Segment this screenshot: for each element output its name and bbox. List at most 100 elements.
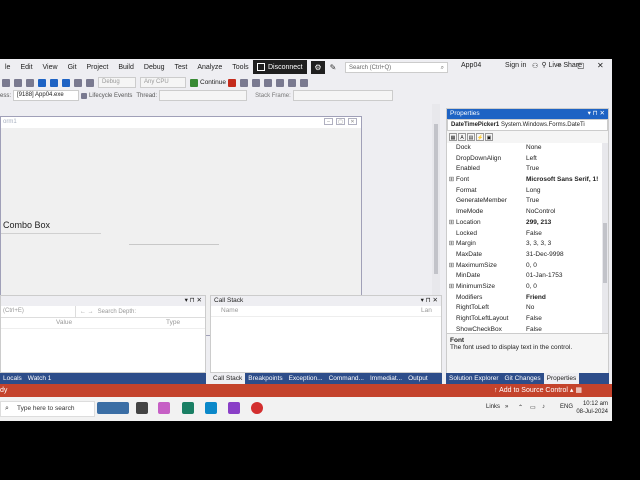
recorder-icon[interactable]: [251, 402, 263, 414]
property-row[interactable]: Modifiers Friend: [447, 293, 608, 304]
property-grid-scrollbar[interactable]: [602, 143, 608, 333]
search-depth-icon[interactable]: ← →: [76, 309, 94, 315]
menu-item[interactable]: Edit: [15, 64, 37, 71]
search-highlight-image[interactable]: [97, 402, 129, 414]
tab-item[interactable]: Locals: [0, 373, 25, 384]
step-out-icon[interactable]: [276, 78, 285, 87]
name-column-header[interactable]: Name: [221, 306, 421, 316]
visual-studio-icon[interactable]: [228, 402, 240, 414]
network-icon[interactable]: ▭: [530, 404, 536, 411]
property-value[interactable]: Left: [526, 154, 608, 165]
menu-item[interactable]: Build: [113, 64, 139, 71]
menu-item[interactable]: Git: [63, 64, 82, 71]
process-combo[interactable]: [9188] App04.exe: [13, 90, 80, 101]
properties-icon[interactable]: ▤: [467, 133, 475, 141]
tab-item[interactable]: Solution Explorer: [446, 373, 502, 384]
thread-combo[interactable]: [159, 90, 248, 101]
designer-scroll-thumb[interactable]: [434, 124, 438, 274]
type-column-header[interactable]: Type: [166, 318, 180, 328]
tab-item[interactable]: Git Changes: [502, 373, 544, 384]
step-into-icon[interactable]: [252, 78, 261, 87]
menu-item[interactable]: View: [38, 64, 63, 71]
config-combo[interactable]: Debug: [98, 77, 136, 88]
expand-icon[interactable]: ⊞: [447, 175, 456, 186]
property-row[interactable]: ShowCheckBox False: [447, 325, 608, 333]
language-indicator[interactable]: ENG: [560, 404, 573, 410]
tab-item[interactable]: Watch 1: [25, 373, 55, 384]
property-row[interactable]: GenerateMember True: [447, 196, 608, 207]
show-thread-icon[interactable]: [288, 78, 297, 87]
add-to-source-control-button[interactable]: ↑ Add to Source Control ▴ ▦: [494, 384, 582, 397]
property-row[interactable]: Locked False: [447, 229, 608, 240]
property-value[interactable]: None: [526, 143, 608, 154]
property-row[interactable]: ImeMode NoControl: [447, 207, 608, 218]
tab-item[interactable]: Breakpoints: [245, 373, 285, 384]
property-value[interactable]: True: [526, 164, 608, 175]
copilot-icon[interactable]: [158, 402, 170, 414]
menu-item[interactable]: Tools: [227, 64, 253, 71]
expand-icon[interactable]: ⊞: [447, 239, 456, 250]
search-input[interactable]: Search (Ctrl+Q) ⌕: [345, 62, 448, 73]
links-toolbar[interactable]: Links: [486, 404, 500, 410]
stop-icon[interactable]: [228, 78, 237, 87]
property-value[interactable]: No: [526, 303, 608, 314]
gear-icon[interactable]: ⚙: [311, 61, 325, 74]
property-value[interactable]: Friend: [526, 293, 608, 304]
menu-item[interactable]: Analyze: [192, 64, 227, 71]
language-column-header[interactable]: Lan: [421, 306, 432, 316]
undo-icon[interactable]: [74, 78, 82, 87]
property-value[interactable]: 01-Jan-1753: [526, 271, 608, 282]
property-row[interactable]: RightToLeftLayout False: [447, 314, 608, 325]
back-icon[interactable]: [2, 78, 10, 87]
property-row[interactable]: DropDownAlign Left: [447, 154, 608, 165]
property-row[interactable]: Format Long: [447, 186, 608, 197]
property-value[interactable]: 299, 213: [526, 218, 608, 229]
property-row[interactable]: ⊞ Location 299, 213: [447, 218, 608, 229]
property-value[interactable]: 31-Dec-9998: [526, 250, 608, 261]
clock[interactable]: 10:12 am 08-Jul-2024: [576, 400, 608, 416]
property-value[interactable]: NoControl: [526, 207, 608, 218]
sign-in-link[interactable]: Sign in: [505, 62, 526, 69]
forward-icon[interactable]: [14, 78, 22, 87]
property-grid-scroll-thumb[interactable]: [603, 223, 607, 283]
property-row[interactable]: ⊞ Font Microsoft Sans Serif, 1!: [447, 175, 608, 186]
property-value[interactable]: 0, 0: [526, 261, 608, 272]
property-value[interactable]: False: [526, 229, 608, 240]
save-all-icon[interactable]: [62, 78, 70, 87]
menu-item[interactable]: le: [0, 64, 15, 71]
events-icon[interactable]: ⚡: [476, 133, 484, 141]
stack-frame-combo[interactable]: [292, 90, 393, 101]
platform-combo[interactable]: Any CPU: [140, 77, 186, 88]
new-item-icon[interactable]: [26, 78, 34, 87]
expand-icon[interactable]: ⊞: [447, 282, 456, 293]
expand-icon[interactable]: ⊞: [447, 261, 456, 272]
value-column-header[interactable]: Value: [56, 318, 166, 328]
property-value[interactable]: 3, 3, 3, 3: [526, 239, 608, 250]
menu-item[interactable]: Debug: [139, 64, 170, 71]
expand-icon[interactable]: ⊞: [447, 218, 456, 229]
tab-item[interactable]: Command...: [326, 373, 367, 384]
property-pages-icon[interactable]: ▣: [485, 133, 493, 141]
property-row[interactable]: ⊞ MinimumSize 0, 0: [447, 282, 608, 293]
menu-item[interactable]: Test: [170, 64, 193, 71]
property-value[interactable]: True: [526, 196, 608, 207]
call-stack-panel-buttons[interactable]: ▾ ⊓ ✕: [421, 296, 438, 306]
property-row[interactable]: Dock None: [447, 143, 608, 154]
property-value[interactable]: Long: [526, 186, 608, 197]
continue-icon[interactable]: [190, 78, 198, 87]
volume-icon[interactable]: ♪: [542, 404, 545, 410]
combo-box-control[interactable]: [1, 233, 101, 234]
locals-search-input[interactable]: (Ctrl+E): [1, 306, 76, 317]
menu-item[interactable]: Project: [82, 64, 114, 71]
close-icon[interactable]: ✕: [597, 61, 604, 70]
account-icon[interactable]: ⚇: [532, 62, 538, 70]
tray-overflow-icon[interactable]: ⌃: [518, 404, 523, 411]
alphabetical-icon[interactable]: A: [458, 133, 466, 141]
date-time-picker-control[interactable]: [129, 244, 219, 245]
property-value[interactable]: False: [526, 314, 608, 325]
tab-item[interactable]: Properties: [543, 373, 580, 384]
property-value[interactable]: False: [526, 325, 608, 333]
step-over-icon[interactable]: [264, 78, 273, 87]
tray-chevron-icon[interactable]: »: [505, 404, 508, 410]
tab-item[interactable]: Output: [405, 373, 431, 384]
